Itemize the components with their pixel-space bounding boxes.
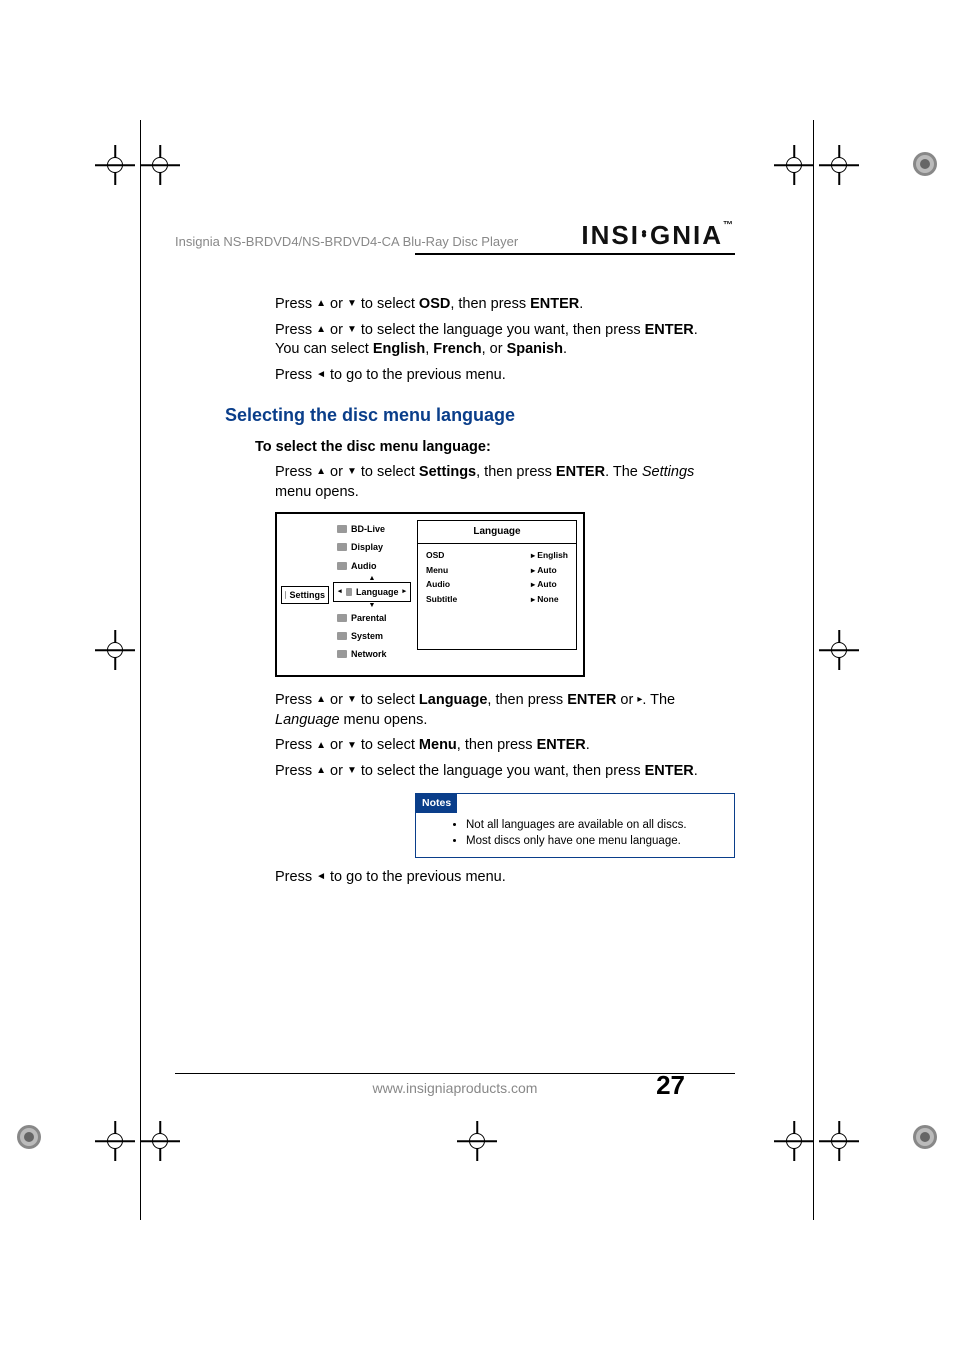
osd-item-bdlive: BD-Live [333,520,411,538]
osd-screenshot: Settings BD-Live Display Audio ▲ ◂ Langu… [275,512,585,677]
down-arrow-icon: ▼ [333,602,411,609]
crop-mark [457,1121,497,1161]
notes-label: Notes [416,794,457,812]
registration-target [911,150,939,178]
down-triangle-icon: ▼ [347,325,357,335]
osd-item-display: Display [333,538,411,556]
instruction-line: Press ◄ to go to the previous menu. [275,366,725,386]
instruction-line: Press ▲ or ▼ to select Menu, then press … [275,736,725,756]
instruction-line: Press ▲ or ▼ to select the language you … [275,321,725,360]
down-triangle-icon: ▼ [347,741,357,751]
crop-mark [774,1121,814,1161]
up-triangle-icon: ▲ [316,766,326,776]
osd-settings-item: Settings [281,586,329,604]
osd-row-val: Auto [531,579,568,591]
globe-icon [337,525,347,533]
notes-box: Notes Not all languages are available on… [415,793,735,857]
osd-item-system: System [333,627,411,645]
osd-item-language: ◂ Language ▸ [333,582,411,602]
up-triangle-icon: ▲ [316,325,326,335]
instruction-line: Press ▲ or ▼ to select OSD, then press E… [275,295,725,315]
osd-item-network: Network [333,645,411,663]
gear-icon [285,591,286,599]
trim-line [813,120,814,1220]
osd-row-val: English [531,550,568,562]
osd-row-val: Auto [531,565,568,577]
down-triangle-icon: ▼ [347,299,357,309]
page-number: 27 [656,1070,685,1101]
osd-left-column: Settings [281,586,329,604]
instruction-line: Press ▲ or ▼ to select the language you … [275,762,725,782]
note-item: Most discs only have one menu language. [466,834,726,850]
up-triangle-icon: ▲ [316,741,326,751]
down-triangle-icon: ▼ [347,467,357,477]
osd-right-panel: Language OSD English Menu Auto Audio Auto S… [417,520,577,650]
instruction-line: Press ▲ or ▼ to select Settings, then pr… [275,463,725,502]
header-divider [415,253,735,255]
osd-row-key: Menu [426,565,513,577]
parental-icon [337,614,347,622]
osd-panel-title: Language [418,521,576,544]
osd-label: Settings [289,589,325,601]
crop-mark [819,145,859,185]
left-triangle-icon: ◄ [316,370,326,380]
right-arrow-icon: ▸ [402,588,406,595]
osd-middle-column: BD-Live Display Audio ▲ ◂ Language ▸ ▼ P… [333,520,411,663]
osd-row-val: None [531,594,568,606]
display-icon [337,543,347,551]
trim-line [140,120,141,1220]
up-arrow-icon: ▲ [333,575,411,582]
crop-mark [140,145,180,185]
brand-logo: INSI●●GNIA™ [581,220,735,251]
osd-item-audio: Audio [333,557,411,575]
crop-mark [95,1121,135,1161]
page-content: Insignia NS-BRDVD4/NS-BRDVD4-CA Blu-Ray … [175,220,735,893]
page-footer: www.insigniaproducts.com 27 [175,1073,735,1096]
network-icon [337,650,347,658]
audio-icon [337,562,347,570]
crop-mark [140,1121,180,1161]
body: Press ▲ or ▼ to select OSD, then press E… [275,295,725,887]
osd-row-key: Audio [426,579,513,591]
crop-mark [819,1121,859,1161]
section-title: Selecting the disc menu language [225,403,725,427]
up-triangle-icon: ▲ [316,695,326,705]
up-triangle-icon: ▲ [316,299,326,309]
left-triangle-icon: ◄ [316,872,326,882]
left-arrow-icon: ◂ [338,588,342,595]
registration-target [911,1123,939,1151]
section-subheading: To select the disc menu language: [255,438,725,458]
down-triangle-icon: ▼ [347,695,357,705]
down-triangle-icon: ▼ [347,766,357,776]
footer-url: www.insigniaproducts.com [373,1080,538,1096]
language-icon [346,588,352,596]
registration-target [15,1123,43,1151]
osd-row-key: OSD [426,550,513,562]
osd-item-parental: Parental [333,609,411,627]
page-header: Insignia NS-BRDVD4/NS-BRDVD4-CA Blu-Ray … [175,220,735,251]
instruction-line: Press ▲ or ▼ to select Language, then pr… [275,691,725,730]
crop-mark [95,145,135,185]
product-header: Insignia NS-BRDVD4/NS-BRDVD4-CA Blu-Ray … [175,234,518,251]
note-item: Not all languages are available on all d… [466,818,726,834]
crop-mark [819,630,859,670]
crop-mark [774,145,814,185]
instruction-line: Press ◄ to go to the previous menu. [275,868,725,888]
crop-mark [95,630,135,670]
up-triangle-icon: ▲ [316,467,326,477]
system-icon [337,632,347,640]
osd-row-key: Subtitle [426,594,513,606]
